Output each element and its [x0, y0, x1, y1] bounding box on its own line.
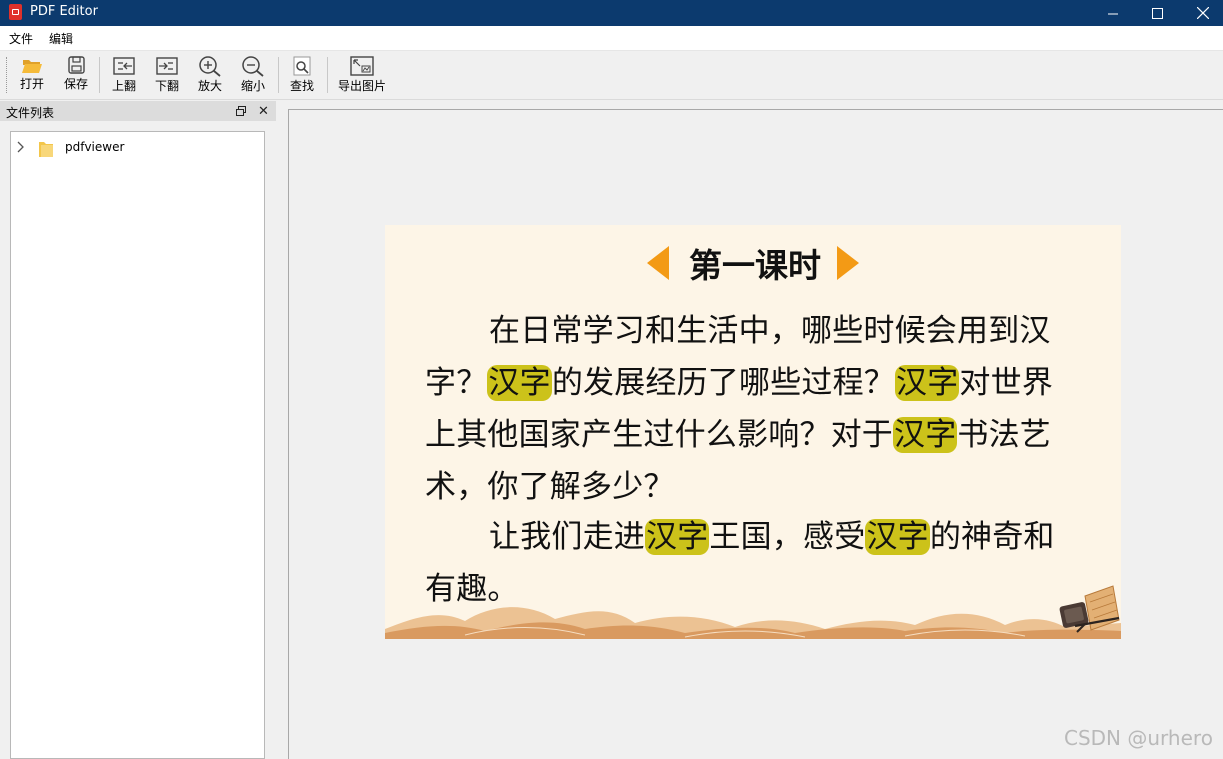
menu-bar: 文件 编辑	[0, 26, 1223, 51]
open-label: 打开	[19, 77, 44, 91]
dock-close-button[interactable]: ✕	[258, 104, 269, 119]
maximize-icon	[1151, 7, 1163, 19]
save-label: 保存	[63, 77, 88, 91]
next-page-label: 下翻	[154, 79, 179, 93]
save-button[interactable]: 保存	[62, 53, 90, 97]
window-title: PDF Editor	[30, 4, 98, 19]
paragraph-text: 王国，感受	[709, 519, 866, 555]
toolbar-separator	[327, 57, 328, 93]
toolbar-separator	[278, 57, 279, 93]
highlighted-text: 汉字	[865, 519, 930, 555]
find-label: 查找	[289, 79, 314, 93]
highlighted-text: 汉字	[487, 365, 552, 401]
minimize-button[interactable]	[1090, 0, 1136, 26]
file-list-dock-header: 文件列表 ✕	[0, 101, 276, 121]
paragraph-text: 的发展经历了哪些过程？	[551, 365, 896, 401]
ink-stone-brush-decoration	[1059, 585, 1120, 633]
close-icon	[1197, 7, 1209, 19]
zoom-in-button[interactable]: 放大	[196, 53, 224, 97]
minimize-icon	[1107, 13, 1118, 14]
search-icon	[293, 56, 311, 76]
page-heading: 第一课时	[385, 239, 1121, 287]
toolbar-grip[interactable]	[6, 57, 9, 93]
highlighted-text: 汉字	[893, 417, 958, 453]
export-image-button[interactable]: 导出图片	[337, 53, 387, 97]
open-button[interactable]: 打开	[18, 53, 46, 97]
zoom-out-button[interactable]: 缩小	[239, 53, 267, 97]
zoom-in-icon	[199, 56, 221, 77]
find-button[interactable]: 查找	[288, 53, 316, 97]
watermark: CSDN @urhero	[1064, 726, 1213, 750]
file-tree[interactable]: pdfviewer	[10, 131, 265, 759]
page-up-icon	[113, 57, 135, 75]
zoom-out-icon	[242, 56, 264, 77]
title-bar: PDF Editor	[0, 0, 1223, 26]
save-icon	[68, 56, 85, 74]
menu-edit[interactable]: 编辑	[49, 30, 73, 47]
mountain-waves-decoration	[385, 607, 1121, 639]
tree-item-pdfviewer[interactable]: pdfviewer	[11, 138, 261, 158]
highlighted-text: 汉字	[645, 519, 710, 555]
dock-float-button[interactable]	[236, 105, 246, 119]
panel-splitter[interactable]	[276, 101, 282, 759]
heading-text: 第一课时	[689, 246, 821, 285]
chevron-right-icon[interactable]	[17, 141, 25, 153]
zoom-out-label: 缩小	[240, 79, 265, 93]
pdf-app-icon	[9, 4, 22, 20]
folder-icon	[39, 142, 53, 157]
pdf-view-area[interactable]: 第一课时 在日常学习和生活中，哪些时候会用到汉字？汉字的发展经历了哪些过程？汉字…	[288, 109, 1223, 759]
pdf-page: 第一课时 在日常学习和生活中，哪些时候会用到汉字？汉字的发展经历了哪些过程？汉字…	[385, 225, 1121, 639]
toolbar: 打开 保存 上翻 下翻 放大 缩小 查找 导出图片	[0, 51, 1223, 100]
tree-item-label: pdfviewer	[65, 140, 125, 154]
highlighted-text: 汉字	[895, 365, 960, 401]
prev-page-button[interactable]: 上翻	[110, 53, 138, 97]
left-triangle-icon	[647, 246, 669, 280]
maximize-button[interactable]	[1134, 0, 1180, 26]
menu-file[interactable]: 文件	[9, 30, 33, 47]
folder-open-icon	[22, 60, 42, 73]
close-button[interactable]	[1180, 0, 1223, 26]
page-down-icon	[156, 57, 178, 75]
paragraph-1: 在日常学习和生活中，哪些时候会用到汉字？汉字的发展经历了哪些过程？汉字对世界上其…	[425, 305, 1083, 513]
next-page-button[interactable]: 下翻	[153, 53, 181, 97]
paragraph-text: 让我们走进	[489, 519, 645, 555]
right-triangle-icon	[837, 246, 859, 280]
export-image-icon	[350, 56, 374, 76]
prev-page-label: 上翻	[111, 79, 136, 93]
export-image-label: 导出图片	[337, 79, 386, 93]
zoom-in-label: 放大	[197, 79, 222, 93]
float-icon	[236, 106, 246, 116]
dock-title: 文件列表	[6, 106, 55, 120]
toolbar-separator	[99, 57, 100, 93]
